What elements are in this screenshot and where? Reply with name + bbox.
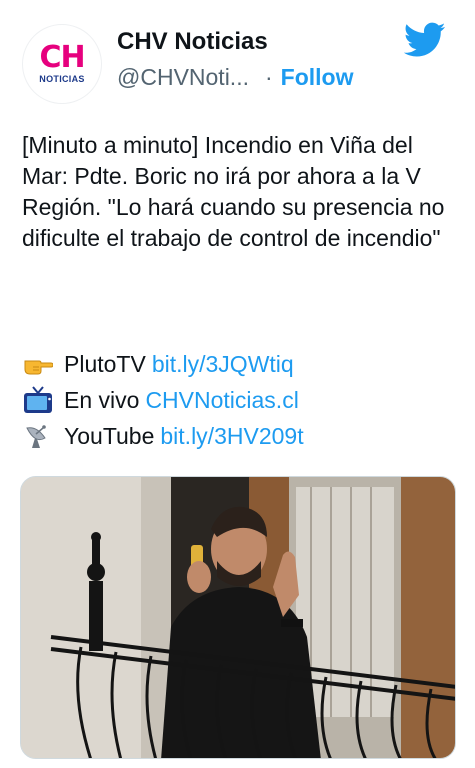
link-row-plutotv: PlutoTV bit.ly/3JQWtiq <box>22 346 462 382</box>
television-icon <box>22 385 54 415</box>
photo-illustration <box>21 477 455 758</box>
tweet-text: [Minuto a minuto] Incendio en Viña del M… <box>22 130 462 254</box>
link-row-en-vivo: En vivo CHVNoticias.cl <box>22 382 462 418</box>
tweet-photo[interactable] <box>20 476 456 759</box>
link-url[interactable]: bit.ly/3JQWtiq <box>152 346 294 382</box>
link-row-youtube: YouTube bit.ly/3HV209t <box>22 418 462 454</box>
twitter-bird-icon[interactable] <box>404 22 446 58</box>
author-name[interactable]: CHV Noticias <box>117 28 268 56</box>
chv-logo-mark: CH <box>39 40 85 75</box>
avatar[interactable]: CH NOTICIAS <box>22 24 102 104</box>
satellite-dish-icon <box>22 421 54 451</box>
tweet-links: PlutoTV bit.ly/3JQWtiq En vivo CHVNotici… <box>22 346 462 454</box>
follow-button[interactable]: Follow <box>281 64 354 91</box>
link-label: PlutoTV <box>64 351 146 377</box>
link-label: En vivo <box>64 387 140 413</box>
link-url[interactable]: CHVNoticias.cl <box>145 382 298 418</box>
link-label: YouTube <box>64 423 155 449</box>
tweet-body: [Minuto a minuto] Incendio en Viña del M… <box>22 132 445 251</box>
separator-dot: · <box>264 64 273 90</box>
pointing-hand-icon <box>22 349 54 379</box>
link-url[interactable]: bit.ly/3HV209t <box>160 418 303 454</box>
chv-logo-subtitle: NOTICIAS <box>39 74 85 84</box>
author-handle[interactable]: @CHVNoti... <box>117 64 249 91</box>
author-handle-row: @CHVNoti... · Follow <box>117 64 353 91</box>
